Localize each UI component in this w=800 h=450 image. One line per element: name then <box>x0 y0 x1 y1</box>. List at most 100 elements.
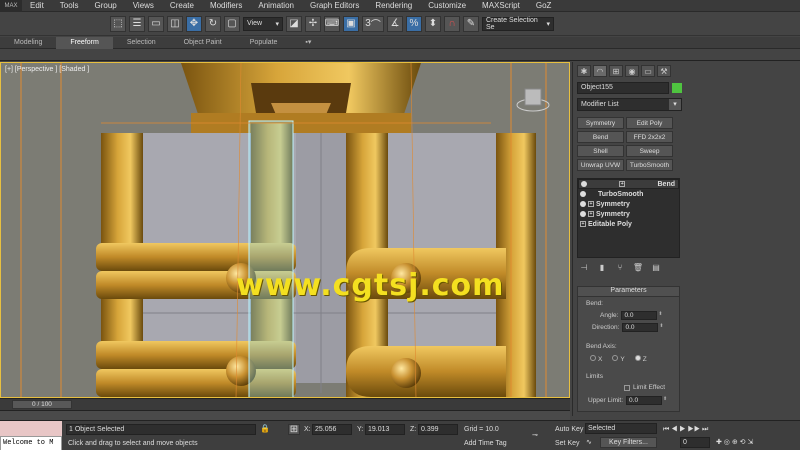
rect-select-icon[interactable]: ▭ <box>148 15 164 32</box>
upper-limit-input[interactable]: 0.0 <box>626 396 663 405</box>
limit-effect-checkbox[interactable]: Limit Effect <box>624 384 665 391</box>
configure-modifier-sets-icon[interactable]: ▤ <box>651 262 661 272</box>
bend-button[interactable]: Bend <box>577 131 624 143</box>
frame-input[interactable]: 0 <box>680 437 710 448</box>
time-slider-bar[interactable]: 0 / 100 <box>0 398 570 410</box>
selection-set-select[interactable]: Create Selection Se ▾ <box>482 16 554 31</box>
angle-snap-icon[interactable]: ∡ <box>387 15 403 32</box>
key-filters-button[interactable]: Key Filters... <box>600 437 657 448</box>
track-bar[interactable] <box>0 410 570 420</box>
reference-coord-select[interactable]: View ▾ <box>243 16 283 31</box>
nav-controls-icon[interactable]: ✚ ◎ ⊕ ⟲ ⇲ <box>716 438 753 446</box>
stack-item[interactable]: + Editable Poly <box>578 219 679 229</box>
app-logo[interactable]: MAX <box>0 0 22 12</box>
angle-input[interactable]: 0.0 <box>621 311 658 320</box>
spinner-snap-icon[interactable]: ⬍ <box>425 15 441 32</box>
named-selection-icon[interactable]: ✎ <box>463 15 479 32</box>
direction-spinner[interactable]: ⬍ <box>658 323 664 332</box>
menu-views[interactable]: Views <box>125 0 162 12</box>
lightbulb-icon[interactable] <box>580 191 586 197</box>
scale-icon[interactable]: ▢ <box>224 15 240 32</box>
expand-icon[interactable]: + <box>580 221 586 227</box>
menu-group[interactable]: Group <box>86 0 124 12</box>
lock-icon[interactable]: 🔒 <box>260 424 270 433</box>
pivot-center-icon[interactable]: ▣ <box>343 15 359 32</box>
expand-icon[interactable]: + <box>619 181 626 187</box>
menu-maxscript[interactable]: MAXScript <box>474 0 528 12</box>
expand-icon[interactable]: + <box>588 201 594 207</box>
modifier-list-select[interactable]: Modifier List ▾ <box>577 98 682 111</box>
tab-selection[interactable]: Selection <box>113 37 170 49</box>
stack-item[interactable]: + Symmetry <box>578 199 679 209</box>
add-time-tag-button[interactable]: Add Time Tag <box>464 440 507 447</box>
upper-limit-spinner[interactable]: ⬍ <box>662 396 668 405</box>
tab-object-paint[interactable]: Object Paint <box>170 37 236 49</box>
perspective-viewport[interactable]: [+] [Perspective ] [Shaded ] www.cgtsj.c… <box>0 62 570 398</box>
sweep-button[interactable]: Sweep <box>626 145 673 157</box>
move-icon[interactable]: ✥ <box>186 15 202 32</box>
make-unique-icon[interactable]: ⑂ <box>615 262 625 272</box>
menu-edit[interactable]: Edit <box>22 0 52 12</box>
symmetry-button[interactable]: Symmetry <box>577 117 624 129</box>
window-crossing-icon[interactable]: ◫ <box>167 15 183 32</box>
remove-modifier-icon[interactable]: 🗑 <box>633 262 643 272</box>
parameters-title[interactable]: Parameters <box>578 287 679 297</box>
percent-snap-icon[interactable]: % <box>406 15 422 32</box>
tab-populate[interactable]: Populate <box>236 37 292 49</box>
ribbon-options-icon[interactable]: ▪▾ <box>291 37 325 49</box>
maxscript-listener[interactable]: Welcome to M <box>0 421 62 450</box>
tab-freeform[interactable]: Freeform <box>56 36 113 49</box>
hierarchy-tab-icon[interactable]: ⊞ <box>609 65 623 77</box>
set-key-button[interactable]: Set Key <box>555 440 580 447</box>
object-name-input[interactable]: Object155 <box>577 82 669 94</box>
select-by-name-icon[interactable]: ☰ <box>129 15 145 32</box>
time-slider[interactable]: 0 / 100 <box>12 400 72 409</box>
motion-tab-icon[interactable]: ◉ <box>625 65 639 77</box>
menu-animation[interactable]: Animation <box>250 0 302 12</box>
x-coord-input[interactable]: 25.056 <box>312 424 352 435</box>
auto-key-button[interactable]: Auto Key <box>555 426 583 433</box>
key-mode-select[interactable]: Selected <box>585 423 657 434</box>
lightbulb-icon[interactable] <box>581 181 587 187</box>
menu-tools[interactable]: Tools <box>52 0 87 12</box>
shell-button[interactable]: Shell <box>577 145 624 157</box>
display-tab-icon[interactable]: ▭ <box>641 65 655 77</box>
tab-modeling[interactable]: Modeling <box>0 37 56 49</box>
axis-y-radio[interactable]: Y <box>612 355 625 363</box>
menu-modifiers[interactable]: Modifiers <box>202 0 250 12</box>
turbosmooth-button[interactable]: TurboSmooth <box>626 159 673 171</box>
axis-x-radio[interactable]: X <box>590 355 602 363</box>
menu-goz[interactable]: GoZ <box>528 0 560 12</box>
y-coord-input[interactable]: 19.013 <box>365 424 405 435</box>
key-icon[interactable]: ⊸ <box>532 431 538 439</box>
rotate-icon[interactable]: ↻ <box>205 15 221 32</box>
stack-item[interactable]: + Bend <box>578 179 679 189</box>
angle-spinner[interactable]: ⬍ <box>657 311 663 320</box>
magnet-icon[interactable]: ∩ <box>444 15 460 32</box>
modify-tab-icon[interactable]: ◠ <box>593 65 607 77</box>
show-end-result-icon[interactable]: ▮ <box>597 262 607 272</box>
viewport-label[interactable]: [+] [Perspective ] [Shaded ] <box>5 66 89 73</box>
pin-stack-icon[interactable]: ⊣ <box>579 262 589 272</box>
maxscript-input[interactable]: Welcome to M <box>0 436 62 450</box>
axis-z-radio[interactable]: Z <box>634 355 647 363</box>
menu-rendering[interactable]: Rendering <box>367 0 420 12</box>
select-icon[interactable]: ⬚ <box>110 15 126 32</box>
snap-toggle-icon[interactable]: 3 ⌒ <box>362 15 384 32</box>
curve-icon[interactable]: ∿ <box>586 438 592 446</box>
direction-input[interactable]: 0.0 <box>622 323 659 332</box>
goto-start-icon[interactable]: ⏮ ◀ ▶ ▶▶ ⏭ <box>663 426 708 434</box>
absolute-mode-icon[interactable]: ⊞ <box>288 424 300 435</box>
expand-icon[interactable]: + <box>588 211 594 217</box>
stack-item[interactable]: TurboSmooth <box>578 189 679 199</box>
object-color-swatch[interactable] <box>672 83 682 93</box>
menu-create[interactable]: Create <box>162 0 202 12</box>
create-tab-icon[interactable]: ✱ <box>577 65 591 77</box>
utilities-tab-icon[interactable]: ⚒ <box>657 65 671 77</box>
ffd-button[interactable]: FFD 2x2x2 <box>626 131 673 143</box>
lightbulb-icon[interactable] <box>580 201 586 207</box>
stack-item[interactable]: + Symmetry <box>578 209 679 219</box>
select-manipulate-icon[interactable]: ✢ <box>305 15 321 32</box>
menu-customize[interactable]: Customize <box>420 0 474 12</box>
keyboard-shortcut-icon[interactable]: ⌨ <box>324 15 340 32</box>
